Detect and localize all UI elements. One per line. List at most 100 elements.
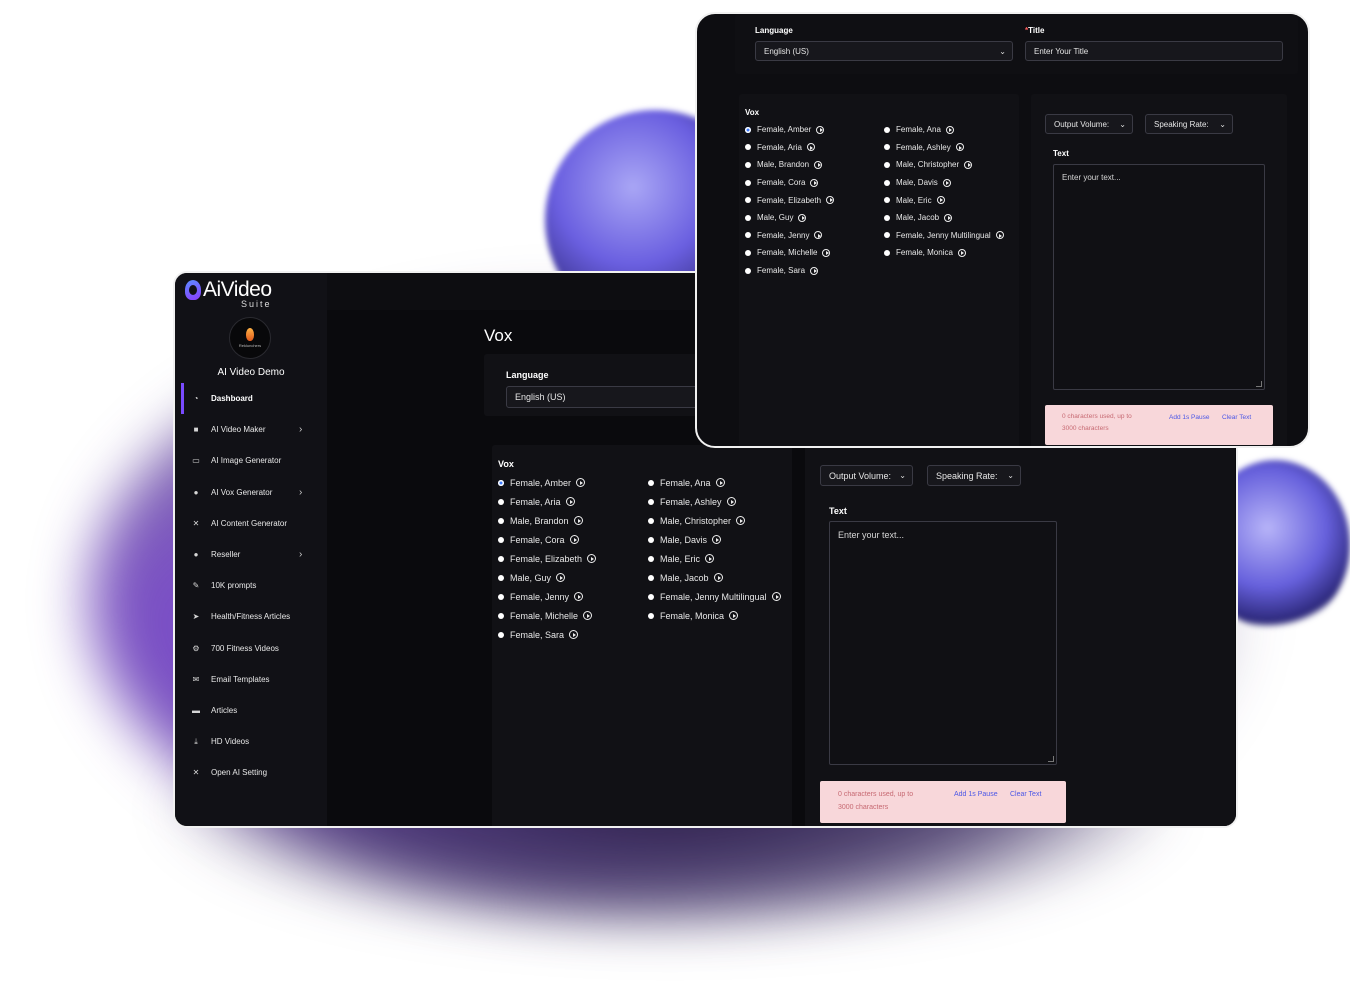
radio-icon[interactable]	[648, 574, 654, 581]
voice-option[interactable]: Female, Michelle	[498, 606, 648, 625]
output-volume-select[interactable]: Output Volume: ⌄	[1045, 114, 1133, 134]
play-icon[interactable]	[826, 196, 835, 205]
sidebar-item-open-ai-setting[interactable]: ✕ Open AI Setting	[181, 757, 327, 788]
text-input[interactable]: Enter your text...	[829, 521, 1057, 765]
play-icon[interactable]	[565, 497, 575, 506]
radio-icon[interactable]	[884, 126, 890, 133]
play-icon[interactable]	[569, 535, 579, 544]
radio-icon[interactable]	[745, 144, 751, 151]
add-pause-button[interactable]: Add 1s Pause	[1169, 414, 1209, 421]
radio-checked-icon[interactable]	[498, 479, 504, 486]
radio-icon[interactable]	[884, 179, 890, 186]
voice-option[interactable]: Male, Jacob	[884, 209, 1024, 227]
radio-icon[interactable]	[648, 612, 654, 619]
play-icon[interactable]	[771, 592, 781, 601]
play-icon[interactable]	[576, 478, 586, 487]
play-icon[interactable]	[942, 178, 951, 187]
play-icon[interactable]	[736, 516, 746, 525]
play-icon[interactable]	[587, 554, 597, 563]
voice-option[interactable]: Male, Guy	[745, 209, 884, 227]
voice-option[interactable]: Female, Amber	[498, 473, 648, 492]
voice-option[interactable]: Male, Jacob	[648, 568, 808, 587]
play-icon[interactable]	[729, 611, 739, 620]
sidebar-item-700-fitness-videos[interactable]: ⚙ 700 Fitness Videos	[181, 633, 327, 664]
play-icon[interactable]	[574, 592, 584, 601]
sidebar-item-articles[interactable]: ▬ Articles	[181, 695, 327, 726]
play-icon[interactable]	[569, 630, 579, 639]
radio-icon[interactable]	[648, 593, 654, 600]
voice-option[interactable]: Female, Elizabeth	[745, 191, 884, 209]
sidebar-item-hd-videos[interactable]: ⤓ HD Videos	[181, 726, 327, 757]
voice-option[interactable]: Female, Sara	[498, 625, 648, 644]
radio-icon[interactable]	[498, 536, 504, 543]
play-icon[interactable]	[810, 266, 819, 275]
voice-option[interactable]: Female, Michelle	[745, 244, 884, 262]
voice-option[interactable]: Female, Sara	[745, 262, 884, 280]
radio-icon[interactable]	[498, 517, 504, 524]
play-icon[interactable]	[556, 573, 566, 582]
language-select[interactable]: English (US) ⌄	[755, 41, 1013, 61]
radio-icon[interactable]	[648, 536, 654, 543]
voice-option[interactable]: Male, Guy	[498, 568, 648, 587]
play-icon[interactable]	[955, 143, 964, 152]
radio-icon[interactable]	[498, 612, 504, 619]
speaking-rate-select[interactable]: Speaking Rate: ⌄	[927, 465, 1021, 486]
voice-option[interactable]: Female, Ashley	[884, 139, 1024, 157]
play-icon[interactable]	[712, 535, 722, 544]
voice-option[interactable]: Female, Elizabeth	[498, 549, 648, 568]
sidebar-item-email-templates[interactable]: ✉ Email Templates	[181, 664, 327, 695]
sidebar-item-ai-image-generator[interactable]: ▭ AI Image Generator	[181, 445, 327, 476]
voice-option[interactable]: Female, Ana	[648, 473, 808, 492]
radio-icon[interactable]	[648, 555, 654, 562]
play-icon[interactable]	[715, 478, 725, 487]
play-icon[interactable]	[945, 125, 954, 134]
radio-icon[interactable]	[745, 232, 751, 239]
add-pause-button[interactable]: Add 1s Pause	[954, 791, 998, 798]
play-icon[interactable]	[573, 516, 583, 525]
voice-option[interactable]: Female, Cora	[498, 530, 648, 549]
resize-handle[interactable]	[1256, 381, 1262, 387]
voice-option[interactable]: Female, Monica	[884, 244, 1024, 262]
radio-icon[interactable]	[498, 574, 504, 581]
voice-option[interactable]: Female, Aria	[745, 139, 884, 157]
play-icon[interactable]	[964, 160, 973, 169]
radio-icon[interactable]	[745, 249, 751, 256]
voice-option[interactable]: Female, Monica	[648, 606, 808, 625]
voice-option[interactable]: Female, Jenny	[498, 587, 648, 606]
voice-option[interactable]: Female, Amber	[745, 121, 884, 139]
play-icon[interactable]	[816, 125, 825, 134]
sidebar-item-ai-video-maker[interactable]: ■ AI Video Maker ›	[181, 414, 327, 445]
play-icon[interactable]	[822, 248, 831, 257]
play-icon[interactable]	[957, 248, 966, 257]
radio-icon[interactable]	[745, 197, 751, 204]
voice-option[interactable]: Female, Jenny	[745, 227, 884, 245]
play-icon[interactable]	[995, 231, 1004, 240]
output-volume-select[interactable]: Output Volume: ⌄	[820, 465, 913, 486]
radio-icon[interactable]	[648, 498, 654, 505]
sidebar-item-health-fitness-articles[interactable]: ➤ Health/Fitness Articles	[181, 601, 327, 632]
radio-icon[interactable]	[884, 144, 890, 151]
play-icon[interactable]	[583, 611, 593, 620]
play-icon[interactable]	[726, 497, 736, 506]
radio-icon[interactable]	[884, 232, 890, 239]
radio-icon[interactable]	[498, 631, 504, 638]
play-icon[interactable]	[944, 213, 953, 222]
radio-icon[interactable]	[745, 214, 751, 221]
play-icon[interactable]	[705, 554, 715, 563]
voice-option[interactable]: Female, Aria	[498, 492, 648, 511]
play-icon[interactable]	[814, 231, 823, 240]
resize-handle[interactable]	[1048, 756, 1054, 762]
title-input[interactable]: Enter Your Title	[1025, 41, 1283, 61]
play-icon[interactable]	[713, 573, 723, 582]
voice-option[interactable]: Male, Davis	[648, 530, 808, 549]
brand-logo[interactable]: AiVideo Suite	[185, 279, 272, 309]
voice-option[interactable]: Female, Ashley	[648, 492, 808, 511]
sidebar-item-reseller[interactable]: ● Reseller ›	[181, 539, 327, 570]
radio-icon[interactable]	[884, 197, 890, 204]
radio-icon[interactable]	[884, 161, 890, 168]
radio-checked-icon[interactable]	[745, 126, 751, 133]
play-icon[interactable]	[814, 160, 823, 169]
voice-option[interactable]: Male, Eric	[884, 191, 1024, 209]
clear-text-button[interactable]: Clear Text	[1010, 791, 1041, 798]
voice-option[interactable]: Male, Eric	[648, 549, 808, 568]
